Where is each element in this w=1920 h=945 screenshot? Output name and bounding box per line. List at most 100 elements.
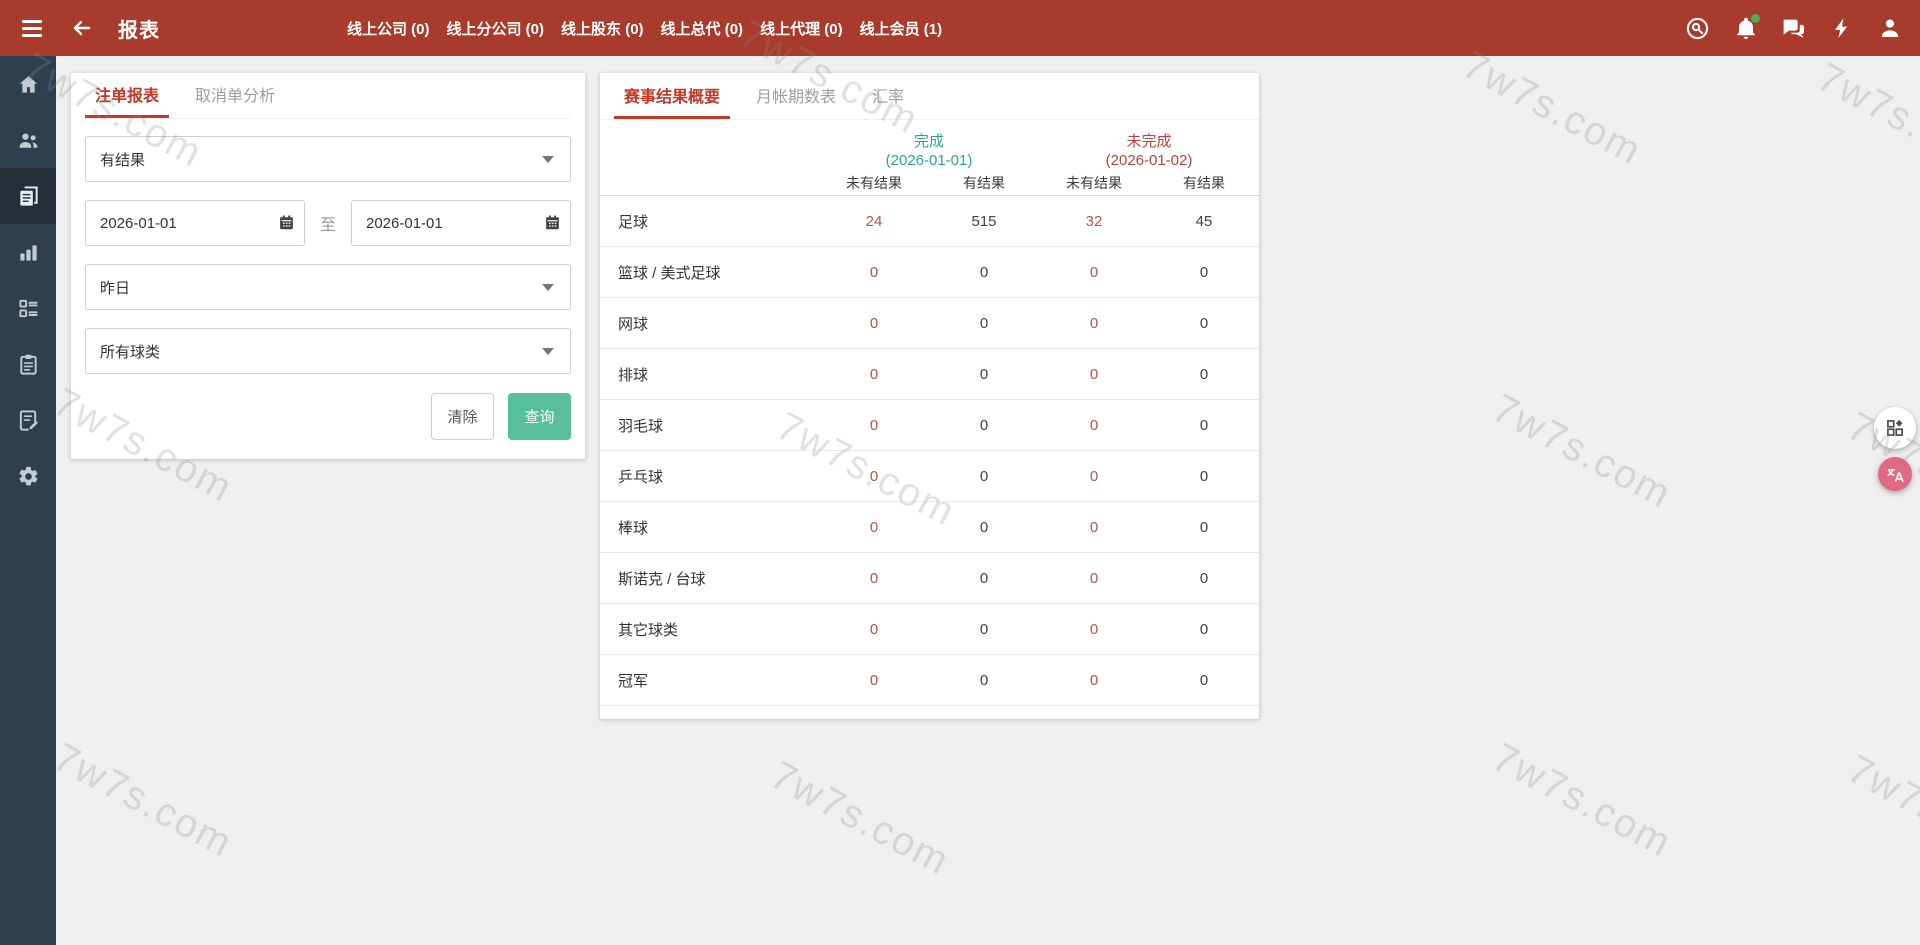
widgets-fab[interactable] (1874, 407, 1916, 449)
sidebar-item-notes[interactable] (0, 392, 56, 448)
table-row: 网球 0 0 0 0 (600, 298, 1259, 349)
nav-online-company[interactable]: 线上公司 (0) (347, 18, 430, 39)
documents-icon (19, 185, 38, 206)
no-result-count: 0 (1089, 569, 1099, 587)
home-icon (19, 75, 37, 93)
tab-exchange-rate[interactable]: 汇率 (862, 73, 914, 119)
chat-icon (1783, 19, 1804, 38)
sport-label: 篮球 / 美式足球 (618, 264, 721, 282)
table-row: 足球 24 515 32 45 (600, 196, 1259, 247)
table-row: 斯诺克 / 台球 0 0 0 0 (600, 553, 1259, 604)
notification-dot (1751, 13, 1760, 23)
has-result-count: 0 (979, 671, 989, 689)
date-to-wrap (351, 200, 571, 246)
date-from-wrap (85, 200, 305, 246)
table-sub-header: 未有结果 有结果 未有结果 有结果 (600, 170, 1259, 196)
table-row: 其它球类 0 0 0 0 (600, 604, 1259, 655)
sidebar-item-users[interactable] (0, 112, 56, 168)
col-no-result-2: 未有结果 (1066, 174, 1122, 191)
no-result-count: 0 (869, 416, 879, 434)
no-result-count: 0 (1089, 263, 1099, 281)
has-result-count: 45 (1195, 212, 1213, 230)
has-result-count: 0 (979, 620, 989, 638)
table-row: 冠军 0 0 0 0 (600, 655, 1259, 706)
sport-label: 排球 (618, 366, 649, 384)
has-result-count: 515 (971, 212, 997, 230)
sport-label: 冠军 (618, 672, 649, 690)
back-button[interactable] (68, 14, 96, 42)
nav-online-member[interactable]: 线上会员 (1) (860, 18, 943, 39)
menu-button[interactable] (18, 14, 46, 42)
has-result-count: 0 (979, 416, 989, 434)
no-result-count: 0 (1089, 671, 1099, 689)
flash-icon (1834, 18, 1847, 39)
has-result-count: 0 (979, 314, 989, 332)
page-title: 报表 (118, 19, 160, 42)
nav-online-master-agent[interactable]: 线上总代 (0) (661, 18, 744, 39)
has-result-count: 0 (979, 467, 989, 485)
notifications-button[interactable] (1733, 13, 1760, 41)
group-completed-title: 完成 (913, 133, 944, 150)
no-result-count: 32 (1085, 212, 1103, 230)
tab-bet-report[interactable]: 注单报表 (85, 73, 170, 118)
ballot-icon (18, 299, 38, 317)
sport-select-value: 所有球类 (100, 343, 161, 361)
no-result-count: 0 (1089, 620, 1099, 638)
no-result-count: 0 (869, 263, 879, 281)
nav-online-shareholder[interactable]: 线上股东 (0) (561, 18, 644, 39)
has-result-count: 0 (1199, 569, 1209, 587)
date-to-input[interactable] (351, 200, 571, 246)
note-edit-icon (19, 409, 38, 431)
query-button[interactable]: 查询 (508, 393, 571, 440)
translate-icon (1886, 468, 1904, 482)
no-result-count: 0 (1089, 518, 1099, 536)
no-result-count: 0 (869, 467, 879, 485)
has-result-count: 0 (1199, 671, 1209, 689)
group-completed: 完成 (2026-01-01) (819, 132, 1039, 170)
tab-event-result-summary[interactable]: 赛事结果概要 (614, 73, 731, 119)
sidebar-item-clipboard[interactable] (0, 336, 56, 392)
sidebar-item-home[interactable] (0, 56, 56, 112)
table-row: 乒乓球 0 0 0 0 (600, 451, 1259, 502)
has-result-count: 0 (1199, 416, 1209, 434)
has-result-count: 0 (979, 569, 989, 587)
table-row: 棒球 0 0 0 0 (600, 502, 1259, 553)
sport-label: 斯诺克 / 台球 (618, 570, 706, 588)
no-result-count: 0 (1089, 365, 1099, 383)
date-range-select[interactable]: 昨日 (85, 264, 571, 310)
nav-online-agent[interactable]: 线上代理 (0) (760, 18, 843, 39)
sidebar-item-settings[interactable] (0, 448, 56, 504)
tab-cancel-analysis[interactable]: 取消单分析 (185, 73, 285, 118)
main-content: 注单报表 取消单分析 有结果 至 昨日 所有球类 (56, 56, 1920, 945)
messages-button[interactable] (1781, 16, 1806, 41)
clipboard-icon (19, 354, 37, 375)
account-button[interactable] (1877, 16, 1902, 41)
col-has-result-1: 有结果 (963, 174, 1005, 191)
group-uncompleted: 未完成 (2026-01-02) (1039, 132, 1259, 170)
sidebar (0, 56, 56, 945)
clear-button[interactable]: 清除 (431, 393, 494, 440)
quick-actions-button[interactable] (1829, 16, 1854, 41)
result-select[interactable]: 有结果 (85, 136, 571, 182)
sidebar-item-list[interactable] (0, 280, 56, 336)
date-from-input[interactable] (85, 200, 305, 246)
group-uncompleted-date: (2026-01-02) (1105, 152, 1193, 169)
sidebar-item-reports[interactable] (0, 168, 56, 224)
translate-fab[interactable] (1878, 457, 1912, 491)
gear-icon (19, 466, 37, 485)
table-row: 篮球 / 美式足球 0 0 0 0 (600, 247, 1259, 298)
date-range-select-value: 昨日 (100, 279, 131, 297)
hamburger-icon (22, 19, 42, 37)
group-completed-date: (2026-01-01) (885, 152, 973, 169)
has-result-count: 0 (979, 365, 989, 383)
tab-monthly-period[interactable]: 月帐期数表 (746, 73, 846, 119)
no-result-count: 24 (865, 212, 883, 230)
sidebar-item-statistics[interactable] (0, 224, 56, 280)
search-button[interactable] (1685, 16, 1710, 41)
sport-select[interactable]: 所有球类 (85, 328, 571, 374)
has-result-count: 0 (1199, 365, 1209, 383)
nav-online-subcompany[interactable]: 线上分公司 (0) (447, 18, 545, 39)
table-row: 羽毛球 0 0 0 0 (600, 400, 1259, 451)
has-result-count: 0 (1199, 314, 1209, 332)
col-has-result-2: 有结果 (1183, 174, 1225, 191)
